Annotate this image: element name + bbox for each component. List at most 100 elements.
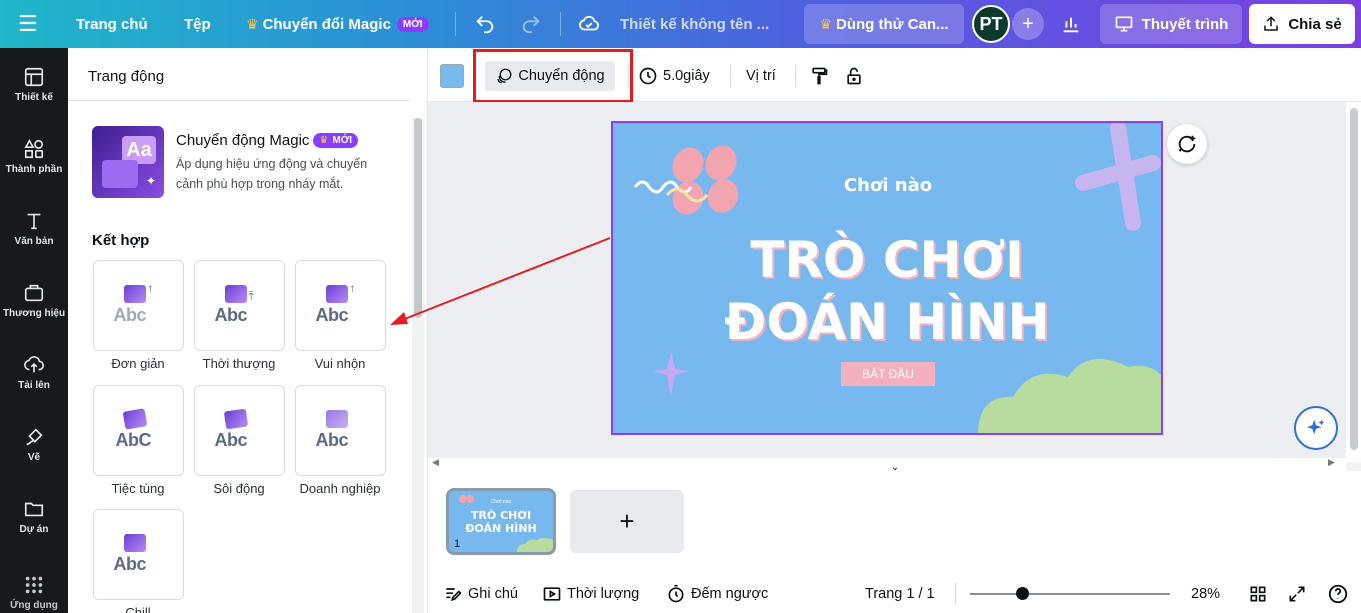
new-badge: MỚI [396, 16, 429, 32]
crown-icon: ♛ [819, 15, 833, 32]
tile-label: Vui nhộn [314, 356, 366, 371]
magic-switch-button[interactable]: ♛ Chuyển đổi Magic MỚI [246, 0, 429, 48]
grid-view-icon[interactable] [1248, 575, 1268, 613]
tile-art-text: Abc [214, 429, 248, 450]
color-swatch[interactable] [440, 64, 464, 88]
rail-label: Thành phần [5, 163, 63, 175]
design-title[interactable]: Thiết kế không tên ... [620, 0, 769, 48]
rail-item-projects[interactable]: Dự án [0, 480, 68, 552]
trial-button[interactable]: ♛ Dùng thử Can... [804, 4, 964, 44]
rail-label: Văn bản [14, 235, 54, 247]
tile-label: Doanh nghiệp [299, 481, 381, 496]
rail-item-elements[interactable]: Thành phần [0, 120, 68, 192]
menu-icon[interactable]: ☰ [18, 0, 38, 48]
home-link[interactable]: Trang chủ [76, 0, 148, 48]
thumb-title-line: ĐOÁN HÌNH [465, 522, 537, 535]
page-indicator[interactable]: Trang 1 / 1 [865, 575, 935, 613]
avatar[interactable]: PT [972, 5, 1010, 43]
notes-label: Ghi chú [468, 586, 518, 602]
present-icon [1115, 16, 1132, 32]
help-icon[interactable] [1327, 575, 1349, 613]
style-tile-simple[interactable]: ↑ Abc [93, 260, 184, 351]
magic-title-label: Chuyển động Magic [176, 132, 310, 149]
rail-label: Thiết kế [15, 91, 53, 103]
page-thumbnail[interactable]: Chơi nào TRÒ CHƠI ĐOÁN HÌNH 1 [446, 488, 556, 555]
tile-preview: Abc [114, 530, 164, 580]
scroll-thumb[interactable] [1350, 108, 1358, 450]
tile-preview: Abc [316, 406, 366, 456]
rail-label: Thương hiệu [2, 307, 66, 319]
thumb-subtitle: Chơi nào [490, 499, 512, 505]
layout-icon [24, 67, 44, 86]
countdown-button[interactable]: Đếm ngược [666, 575, 768, 613]
magic-animate-title[interactable]: Chuyển động Magic ♛ MỚI [176, 132, 359, 149]
rail-item-draw[interactable]: Vẽ [0, 408, 68, 480]
style-tile-business[interactable]: Abc [295, 385, 386, 476]
redo-icon[interactable] [516, 0, 546, 48]
style-tile-trendy[interactable]: ⤒ Abc [194, 260, 285, 351]
rail-item-apps[interactable]: Ứng dụng [0, 552, 68, 613]
tile-art-text: Abc [113, 304, 147, 325]
tile-label: Tiệc tùng [111, 481, 165, 496]
rail-item-uploads[interactable]: Tải lên [0, 336, 68, 408]
tile-preview: ↑ Abc [114, 281, 164, 331]
style-tile-playful[interactable]: ↑ Abc [295, 260, 386, 351]
tile-label: Sôi động [213, 481, 265, 496]
comment-plus-icon [1178, 135, 1196, 153]
arrow-up-icon: ↑ [147, 280, 154, 295]
tile-art-text: Abc [315, 429, 349, 450]
notes-button[interactable]: Ghi chú [443, 575, 518, 613]
present-button[interactable]: Thuyết trình [1100, 4, 1242, 44]
style-tile-lively[interactable]: Abc [194, 385, 285, 476]
style-tile-chill[interactable]: Abc [93, 509, 184, 600]
clock-icon [639, 67, 657, 85]
divider [795, 65, 796, 87]
add-page-button[interactable]: + [570, 490, 684, 553]
scroll-right-icon[interactable]: ▶ [1328, 457, 1335, 468]
rail-item-design[interactable]: Thiết kế [0, 48, 68, 120]
animation-panel: Trang động Aa ✦ Chuyển động Magic ♛ MỚI Á… [68, 48, 428, 613]
slide-subtitle[interactable]: Chơi nào [613, 175, 1161, 196]
sparkle-icon [1306, 419, 1325, 435]
rail-item-text[interactable]: Văn bản [0, 192, 68, 264]
divider [955, 583, 956, 605]
slide-canvas[interactable]: Chơi nào TRÒ CHƠI ĐOÁN HÌNH BẮT ĐẦU [611, 121, 1163, 435]
zoom-slider-handle[interactable] [1016, 587, 1029, 600]
top-bar: ☰ Trang chủ Tệp ♛ Chuyển đổi Magic MỚI T… [0, 0, 1361, 48]
duration-button[interactable]: 5.0giây [638, 61, 710, 91]
file-menu[interactable]: Tệp [184, 0, 211, 48]
canvas-vertical-scrollbar[interactable] [1346, 102, 1361, 462]
new-badge: ♛ MỚI [313, 133, 359, 148]
slide-start-button[interactable]: BẮT ĐẦU [841, 362, 935, 386]
duration-toggle[interactable]: Thời lượng [542, 575, 639, 613]
cloud-saved-icon[interactable] [574, 0, 604, 48]
section-title: Kết hợp [92, 232, 150, 249]
zoom-level[interactable]: 28% [1191, 575, 1220, 613]
rail-item-brand[interactable]: Thương hiệu [0, 264, 68, 336]
undo-icon[interactable] [470, 0, 500, 48]
style-tile-party[interactable]: AbC [93, 385, 184, 476]
brand-icon [24, 284, 44, 301]
paint-roller-icon[interactable] [809, 61, 829, 91]
analytics-icon[interactable] [1056, 0, 1086, 48]
lock-icon[interactable] [844, 61, 864, 91]
scroll-left-icon[interactable]: ◀ [432, 457, 439, 468]
add-collaborator-icon[interactable]: + [1012, 8, 1044, 40]
bottom-bar: Ghi chú Thời lượng Đếm ngược Trang 1 / 1… [428, 575, 1361, 613]
zoom-slider[interactable] [970, 593, 1170, 595]
left-rail: Thiết kế Thành phần Văn bản Thương hiệu … [0, 48, 68, 613]
add-comment-button[interactable] [1167, 124, 1207, 164]
magic-assistant-button[interactable] [1294, 406, 1338, 450]
tile-label: Chill [125, 605, 151, 613]
magic-animate-icon[interactable]: Aa ✦ [92, 126, 164, 198]
image-icon [223, 408, 248, 429]
position-button[interactable]: Vị trí [746, 61, 776, 91]
panel-scrollbar[interactable] [412, 118, 424, 613]
fullscreen-icon[interactable] [1287, 575, 1307, 613]
slide-title[interactable]: TRÒ CHƠI ĐOÁN HÌNH [613, 229, 1161, 353]
tile-art-text: Abc [113, 553, 147, 574]
share-button[interactable]: Chia sẻ [1249, 4, 1355, 44]
scroll-thumb[interactable] [414, 118, 422, 318]
image-icon [325, 284, 348, 303]
play-box-icon [543, 587, 561, 601]
